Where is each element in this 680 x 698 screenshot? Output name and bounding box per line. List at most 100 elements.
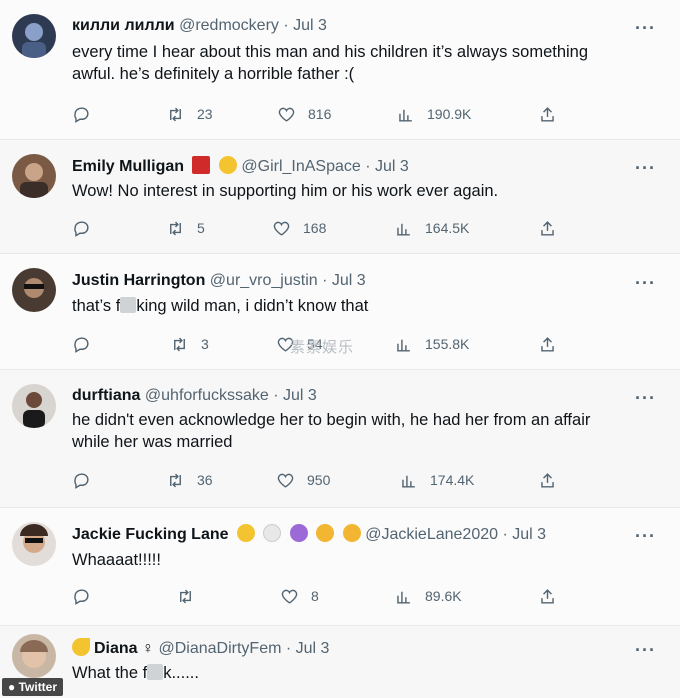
text-segment: that’s f [72,297,121,315]
retweet-button[interactable]: 3 [170,332,209,356]
user-handle[interactable]: @ur_vro_justin [210,272,318,289]
more-options-icon[interactable]: ··· [635,19,656,37]
share-button[interactable] [538,102,557,126]
share-button[interactable] [538,216,557,240]
like-count: 168 [303,220,327,236]
display-name[interactable]: durftiana [72,387,140,404]
retweet-button[interactable] [176,584,207,608]
user-handle[interactable]: @redmockery [179,17,279,34]
tweet-header: Justin Harrington @ur_vro_justin · Jul 3 [72,271,366,291]
share-button[interactable] [538,468,557,492]
tweet-text-line: that’s f king wild man, i didn’t know tha… [72,295,642,317]
tweet-date[interactable]: Jul 3 [283,387,317,404]
user-handle[interactable]: @uhforfuckssake [145,387,269,404]
tweet-date[interactable]: Jul 3 [512,526,546,543]
view-count: 164.5K [425,220,470,236]
reply-button[interactable] [72,468,91,492]
separator-dot: · [365,158,371,175]
more-options-icon[interactable]: ··· [635,527,656,545]
reply-icon [74,220,89,237]
retweet-icon [180,589,191,603]
views-button[interactable]: 89.6K [394,584,462,608]
display-name[interactable]: Justin Harrington [72,272,205,289]
crescent-moon-emoji-icon [72,638,90,656]
retweet-button[interactable]: 5 [166,216,205,240]
avatar[interactable] [12,384,56,428]
thinking-face-emoji-icon [218,156,237,174]
like-button[interactable]: 950 [276,468,330,492]
reply-button[interactable] [72,102,91,126]
censor-blur [147,664,164,680]
text-segment: What the f [72,664,148,682]
avatar[interactable] [12,522,56,566]
reply-button[interactable] [72,216,91,240]
views-icon [397,339,410,352]
share-button[interactable] [538,584,557,608]
tweet-text-line: he didn't even acknowledge her to begin … [72,411,591,429]
tweet-text: What the f k...... [72,662,642,684]
user-handle[interactable]: @Girl_InASpace [241,158,360,175]
reply-button[interactable] [72,584,91,608]
views-button[interactable]: 155.8K [394,332,469,356]
views-button[interactable]: 174.4K [399,468,474,492]
display-name[interactable]: килли лилли [72,17,175,34]
flag-emoji-icon [192,156,211,174]
heart-icon [277,473,294,488]
tweet[interactable]: килли лилли @redmockery · Jul 3 ··· ever… [0,0,680,140]
more-options-icon[interactable]: ··· [635,641,656,659]
display-name[interactable]: Diana [94,640,138,657]
more-options-icon[interactable]: ··· [635,159,656,177]
avatar[interactable] [12,634,56,678]
like-button[interactable]: 8 [280,584,319,608]
retweet-button[interactable]: 23 [166,102,213,126]
reply-button[interactable] [72,332,91,356]
avatar[interactable] [12,268,56,312]
tweet[interactable]: Jackie Fucking Lane @JackieLane2020 · Ju… [0,508,680,626]
text-segment: k...... [163,664,199,682]
yellow-heart-emoji-icon [236,524,255,542]
like-button[interactable]: 816 [277,102,331,126]
heart-icon [281,589,298,604]
tweet[interactable]: Diana ♀ @DianaDirtyFem · Jul 3 ··· What … [0,626,680,698]
tweet-header: килли лилли @redmockery · Jul 3 [72,16,327,36]
avatar-photo-icon [24,278,44,298]
reply-icon [74,588,89,605]
image-credit: ● Twitter [2,678,64,696]
tweet-header: Jackie Fucking Lane @JackieLane2020 · Ju… [72,524,546,545]
tweet-header: durftiana @uhforfuckssake · Jul 3 [72,386,317,406]
tweet[interactable]: Emily Mulligan @Girl_InASpace · Jul 3 ··… [0,140,680,254]
avatar[interactable] [12,154,56,198]
tweet-date[interactable]: Jul 3 [293,17,327,34]
reply-icon [74,336,89,353]
avatar-illustration-icon [22,23,46,58]
retweet-count: 5 [197,220,205,236]
tweet[interactable]: durftiana @uhforfuckssake · Jul 3 ··· he… [0,370,680,508]
pointing-hand-emoji-icon [342,524,361,542]
like-count: 816 [308,106,332,122]
share-button[interactable] [538,332,557,356]
retweet-icon [170,107,181,121]
user-handle[interactable]: @DianaDirtyFem [158,640,281,657]
retweet-button[interactable]: 36 [166,468,213,492]
views-button[interactable]: 190.9K [396,102,471,126]
avatar-photo-icon [20,524,48,553]
display-name[interactable]: Jackie Fucking Lane [72,526,229,543]
tweet-date[interactable]: Jul 3 [332,272,366,289]
avatar-photo-icon [23,392,45,428]
views-button[interactable]: 164.5K [394,216,469,240]
display-name[interactable]: Emily Mulligan [72,158,184,175]
tweet-text-line: What the f k...... [72,662,642,684]
more-options-icon[interactable]: ··· [635,274,656,292]
share-icon [541,336,554,352]
separator-dot: · [322,272,328,289]
user-handle[interactable]: @JackieLane2020 [365,526,498,543]
retweet-count: 3 [201,336,209,352]
views-icon [397,591,410,604]
tweet-date[interactable]: Jul 3 [375,158,409,175]
like-button[interactable]: 168 [272,216,326,240]
more-options-icon[interactable]: ··· [635,389,656,407]
tweet-date[interactable]: Jul 3 [296,640,330,657]
view-count: 89.6K [425,588,462,604]
retweet-icon [174,337,185,351]
avatar[interactable] [12,14,56,58]
